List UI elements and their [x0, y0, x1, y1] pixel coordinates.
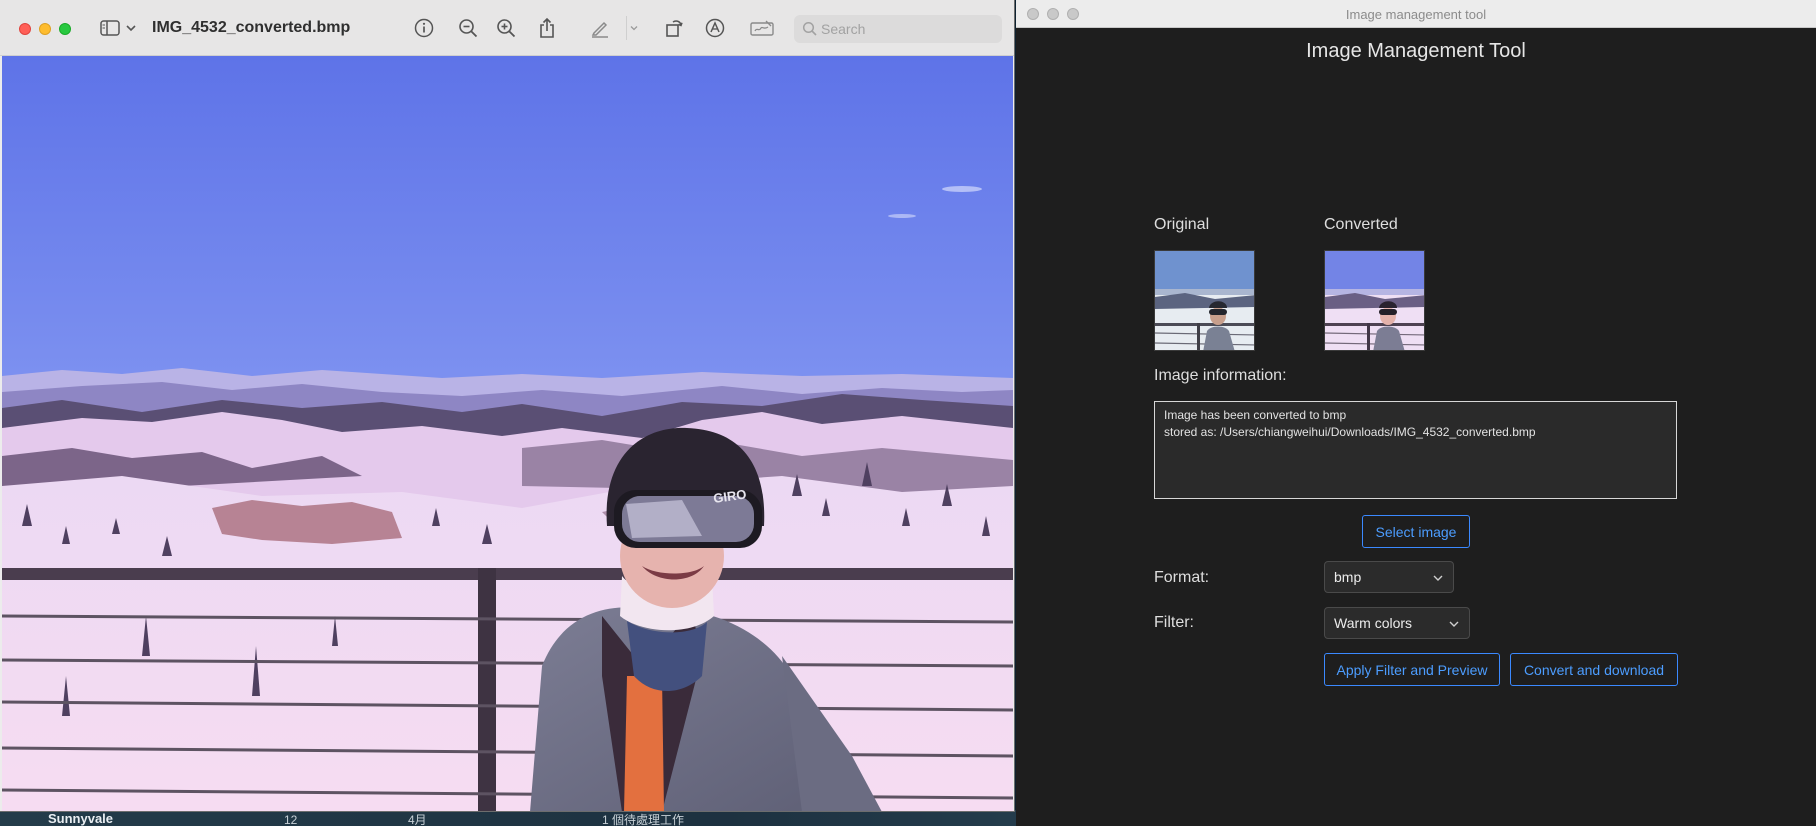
- highlight-menu-chevron-icon[interactable]: [626, 16, 640, 40]
- info-icon[interactable]: [412, 16, 436, 40]
- image-information-label: Image information:: [1154, 367, 1287, 384]
- document-title: IMG_4532_converted.bmp: [152, 19, 351, 36]
- chevron-down-icon: [1432, 571, 1444, 587]
- format-label: Format:: [1154, 569, 1210, 586]
- apply-filter-preview-button[interactable]: Apply Filter and Preview: [1324, 653, 1500, 686]
- clock-widget-number: 12: [284, 813, 298, 826]
- calendar-widget-month: 4月: [408, 813, 427, 826]
- markup-icon[interactable]: [703, 16, 727, 40]
- converted-label: Converted: [1324, 216, 1398, 233]
- search-field[interactable]: Search: [794, 15, 1002, 43]
- app-heading: Image Management Tool: [1306, 40, 1526, 62]
- share-icon[interactable]: [535, 16, 559, 40]
- zoom-button[interactable]: [59, 23, 71, 35]
- sign-icon[interactable]: [749, 16, 775, 40]
- filter-selected-value: Warm colors: [1334, 615, 1413, 631]
- chevron-down-icon[interactable]: [124, 16, 138, 40]
- converted-thumbnail: [1324, 250, 1425, 351]
- weather-widget-location: Sunnyvale: [48, 811, 114, 826]
- reminders-widget-text: 1 個待處理工作: [602, 813, 685, 826]
- preview-window: IMG_4532_converted.bmp Search GIRO: [0, 0, 1015, 812]
- search-icon: [802, 21, 818, 42]
- rotate-icon[interactable]: [662, 16, 686, 40]
- original-thumbnail: [1154, 250, 1255, 351]
- displayed-photo: GIRO: [2, 56, 1013, 811]
- highlight-pen-icon[interactable]: [588, 16, 612, 40]
- filter-select[interactable]: Warm colors: [1324, 607, 1470, 639]
- info-line: Image has been converted to bmp: [1164, 408, 1347, 422]
- convert-download-button[interactable]: Convert and download: [1510, 653, 1678, 686]
- close-button[interactable]: [19, 23, 31, 35]
- format-select[interactable]: bmp: [1324, 561, 1454, 593]
- format-selected-value: bmp: [1334, 569, 1362, 585]
- filter-label: Filter:: [1154, 614, 1194, 631]
- minimize-button[interactable]: [39, 23, 51, 35]
- screen: Sunnyvale 12 4月 1 個待處理工作 IMG_4532_conver…: [0, 0, 1816, 826]
- zoom-in-icon[interactable]: [494, 16, 518, 40]
- image-information-textbox[interactable]: Image has been converted to bmp stored a…: [1154, 401, 1677, 499]
- search-placeholder: Search: [821, 21, 866, 37]
- preview-toolbar: IMG_4532_converted.bmp Search: [0, 0, 1014, 56]
- chevron-down-icon: [1448, 617, 1460, 633]
- select-image-button[interactable]: Select image: [1362, 515, 1470, 548]
- zoom-out-icon[interactable]: [456, 16, 480, 40]
- image-management-window: Image management tool Image Management T…: [1016, 0, 1816, 826]
- window-title: Image management tool: [1345, 7, 1487, 22]
- sidebar-icon[interactable]: [98, 16, 122, 40]
- original-label: Original: [1154, 216, 1210, 233]
- window-titlebar: Image management tool: [1016, 0, 1816, 28]
- info-line: stored as: /Users/chiangweihui/Downloads…: [1164, 425, 1536, 439]
